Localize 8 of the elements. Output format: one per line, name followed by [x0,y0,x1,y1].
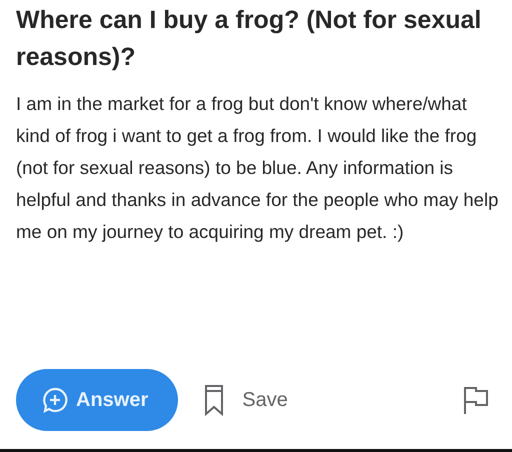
flag-icon [462,385,490,415]
save-button[interactable]: Save [204,384,288,416]
add-comment-icon [42,387,68,413]
report-button[interactable] [462,385,490,415]
bookmark-icon [204,384,224,416]
question-title: Where can I buy a frog? (Not for sexual reasons)? [16,5,482,73]
question-details: I am in the market for a frog but don't know where/what kind of frog i want to get a frog from. I would like the frog (not for sexual reasons) to be blue. Any information is helpful and thanks in advance for the people who may help me on my journey to acquiring my dream pet. :) [16,92,500,244]
answer-button[interactable]: Answer [16,369,178,431]
